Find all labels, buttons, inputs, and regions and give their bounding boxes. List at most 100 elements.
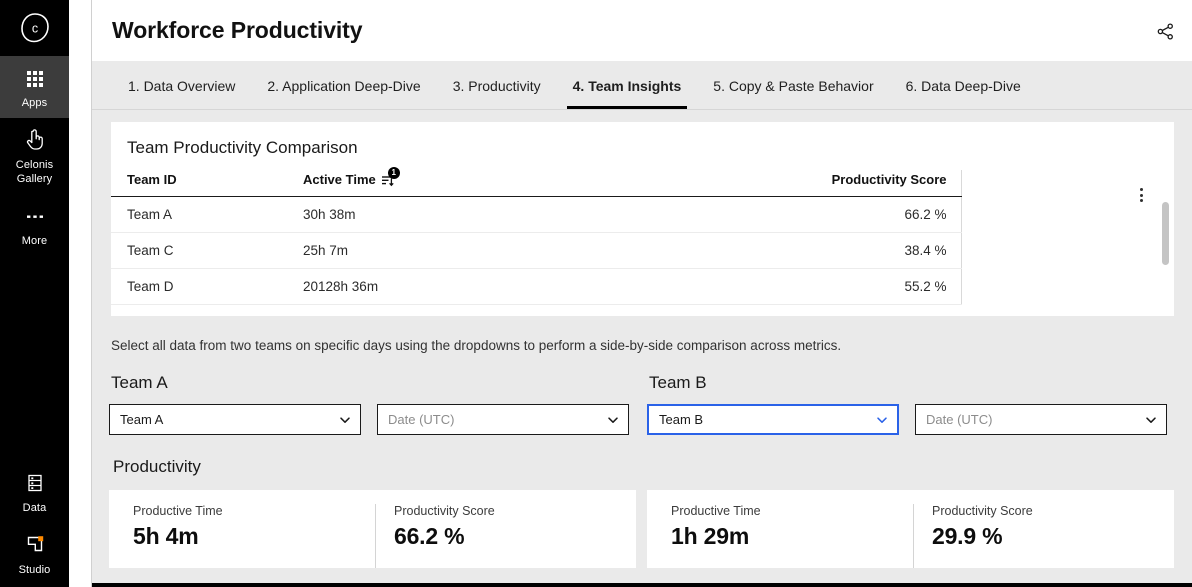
sidebar-gutter: [69, 0, 91, 587]
metric-label: Productive Time: [671, 504, 761, 518]
team-b-team-dropdown[interactable]: Team B: [647, 404, 899, 435]
team-a-fields: Team A Date (UTC): [109, 404, 636, 435]
share-icon: [1157, 22, 1173, 40]
table-row[interactable]: Team A 30h 38m 66.2 %: [111, 196, 962, 233]
kebab-dot: [1139, 188, 1143, 191]
metric-value: 5h 4m: [133, 523, 199, 549]
cell-active-time: 20128h 36m: [303, 268, 663, 305]
table-header-row: Team ID Active Time 1 Productivity Score: [111, 167, 962, 197]
metric-label: Productive Time: [133, 504, 223, 518]
app-root: c Apps Celonis Gallery More Data Studio …: [0, 0, 1192, 587]
ellipsis-icon: [26, 215, 43, 218]
sidebar-item-more[interactable]: More: [0, 194, 69, 256]
cell-active-time: 30h 38m: [303, 196, 663, 233]
chevron-down-icon: [608, 416, 618, 423]
sidebar-item-studio-label: Studio: [18, 564, 51, 576]
table-options-button[interactable]: [1132, 185, 1150, 205]
team-a-team-dropdown[interactable]: Team A: [109, 404, 361, 435]
team-b-team-dropdown-value: Team B: [659, 412, 704, 427]
table-title: Team Productivity Comparison: [127, 138, 358, 157]
sidebar-item-apps-label: Apps: [21, 97, 48, 109]
team-b-productive-time-metric: Productive Time 1h 29m: [647, 504, 913, 568]
column-header-active-time[interactable]: Active Time 1: [303, 167, 663, 197]
sidebar-bottom-group: Data Studio: [0, 461, 69, 587]
metric-value: 29.9 %: [932, 523, 1003, 549]
metrics-section-title: Productivity: [113, 457, 201, 476]
table-row[interactable]: Team D 20128h 36m 55.2 %: [111, 268, 962, 305]
cell-productivity-score: 66.2 %: [663, 196, 962, 233]
cell-team-id: Team D: [111, 268, 303, 305]
team-b-date-dropdown[interactable]: Date (UTC): [915, 404, 1167, 435]
team-a-productivity-score-metric: Productivity Score 66.2 %: [375, 504, 636, 568]
tab-application-deep-dive[interactable]: 2. Application Deep-Dive: [251, 63, 436, 109]
app-header: Workforce Productivity: [92, 0, 1192, 61]
tab-bar: 1. Data Overview 2. Application Deep-Div…: [92, 61, 1192, 110]
hand-pointer-icon: [26, 129, 43, 150]
sort-descending-icon[interactable]: 1: [381, 167, 400, 187]
tab-copy-paste-behavior[interactable]: 5. Copy & Paste Behavior: [697, 63, 889, 109]
cell-active-time: 25h 7m: [303, 232, 663, 269]
team-a-group-title: Team A: [111, 373, 168, 392]
selector-row: Team A Team A Date (UTC) Team B Team B D…: [92, 363, 1192, 435]
team-b-fields: Team B Date (UTC): [647, 404, 1174, 435]
svg-text:c: c: [31, 22, 37, 36]
table-body: Team A 30h 38m 66.2 % Team C 25h 7m 38.4…: [111, 196, 962, 305]
chevron-down-icon: [1146, 416, 1156, 423]
studio-icon: [27, 536, 43, 552]
sidebar-item-celonis-gallery[interactable]: Celonis Gallery: [0, 118, 69, 194]
chevron-down-icon: [877, 416, 887, 423]
team-b-productivity-score-metric: Productivity Score 29.9 %: [913, 504, 1174, 568]
page-title: Workforce Productivity: [112, 17, 363, 43]
celonis-logo[interactable]: c: [0, 0, 69, 56]
sidebar-item-apps[interactable]: Apps: [0, 56, 69, 118]
main-panel: Workforce Productivity 1. Data Overview …: [91, 0, 1192, 587]
kebab-dot: [1139, 199, 1143, 202]
column-header-team-id[interactable]: Team ID: [111, 170, 303, 197]
team-a-date-dropdown[interactable]: Date (UTC): [377, 404, 629, 435]
metric-label: Productivity Score: [394, 504, 495, 518]
team-a-date-dropdown-placeholder: Date (UTC): [388, 412, 455, 427]
sidebar-item-studio[interactable]: Studio: [0, 523, 69, 585]
kebab-dot: [1139, 193, 1143, 197]
team-a-metric-card: Productive Time 5h 4m Productivity Score…: [109, 490, 636, 568]
metric-label: Productivity Score: [932, 504, 1033, 518]
team-a-selector-group: Team A Team A Date (UTC): [109, 363, 636, 435]
metric-card-row: Productive Time 5h 4m Productivity Score…: [92, 490, 1192, 568]
database-icon: [27, 474, 42, 492]
sidebar-item-celonis-gallery-label: Celonis Gallery: [15, 159, 54, 185]
metric-value: 66.2 %: [394, 523, 465, 549]
team-b-metric-card: Productive Time 1h 29m Productivity Scor…: [647, 490, 1174, 568]
sidebar-item-data[interactable]: Data: [0, 461, 69, 523]
column-header-productivity-score[interactable]: Productivity Score: [663, 170, 962, 197]
team-b-group-title: Team B: [649, 373, 707, 392]
cell-team-id: Team A: [111, 196, 303, 233]
team-productivity-table-card: Team Productivity Comparison Team ID Act…: [111, 122, 1174, 316]
cell-productivity-score: 38.4 %: [663, 232, 962, 269]
share-button[interactable]: [1150, 16, 1180, 46]
metric-value: 1h 29m: [671, 523, 750, 549]
column-header-active-time-label: Active Time: [303, 172, 376, 187]
tab-data-overview[interactable]: 1. Data Overview: [112, 63, 251, 109]
cell-team-id: Team C: [111, 232, 303, 269]
tab-data-deep-dive[interactable]: 6. Data Deep-Dive: [890, 63, 1037, 109]
table-scrollbar-thumb[interactable]: [1162, 202, 1169, 265]
bottom-bar: [92, 583, 1192, 587]
tab-team-insights[interactable]: 4. Team Insights: [557, 63, 698, 109]
team-productivity-table: Team ID Active Time 1 Productivity Score …: [111, 167, 962, 305]
sort-order-badge: 1: [387, 167, 400, 179]
tab-productivity[interactable]: 3. Productivity: [437, 63, 557, 109]
sidebar-item-more-label: More: [21, 235, 48, 247]
panel-body: Team Productivity Comparison Team ID Act…: [92, 110, 1192, 587]
team-a-team-dropdown-value: Team A: [120, 412, 164, 427]
apps-grid-icon: [26, 71, 43, 87]
table-row[interactable]: Team C 25h 7m 38.4 %: [111, 232, 962, 269]
instruction-text: Select all data from two teams on specif…: [111, 338, 842, 353]
team-a-productive-time-metric: Productive Time 5h 4m: [109, 504, 375, 568]
cell-productivity-score: 55.2 %: [663, 268, 962, 305]
left-sidebar: c Apps Celonis Gallery More Data Studio: [0, 0, 69, 587]
celonis-logo-icon: c: [20, 13, 49, 43]
team-b-date-dropdown-placeholder: Date (UTC): [926, 412, 993, 427]
team-b-selector-group: Team B Team B Date (UTC): [647, 363, 1174, 435]
chevron-down-icon: [340, 416, 350, 423]
sidebar-item-data-label: Data: [22, 502, 47, 514]
